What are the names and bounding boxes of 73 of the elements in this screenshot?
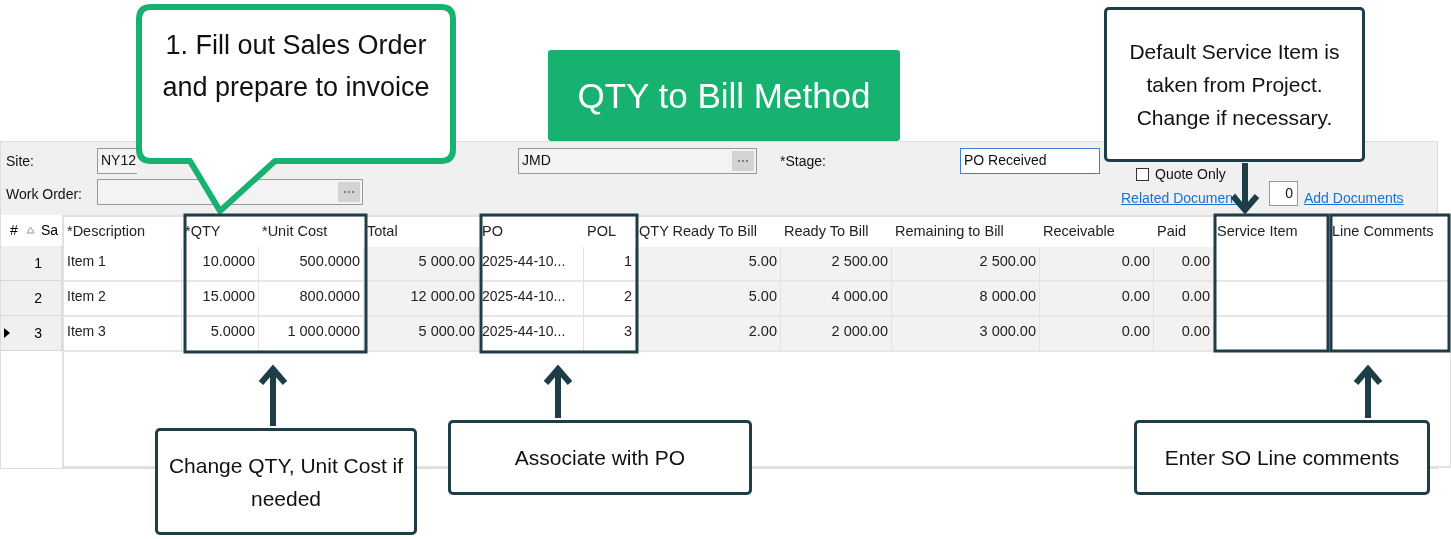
callout-text: Change QTY, Unit Cost if needed: [155, 428, 417, 535]
up-arrow: [543, 364, 573, 418]
table-cell: Item 3: [64, 317, 182, 352]
column-header[interactable]: Paid: [1154, 217, 1214, 247]
table-cell: 15.0000: [182, 282, 259, 317]
column-header[interactable]: #: [10, 222, 18, 238]
field-label: *Stage:: [780, 153, 826, 169]
table-cell: 5 000.00: [364, 247, 479, 282]
callout-text: Enter SO Line comments: [1134, 420, 1430, 495]
sort-icon: [26, 226, 35, 234]
site-field[interactable]: NY12: [97, 148, 137, 174]
table-cell: 2 000.00: [781, 317, 892, 352]
table-cell: Item 1: [64, 247, 182, 282]
table-cell: 2025-44-10...: [479, 282, 584, 317]
stage-field[interactable]: PO Received: [960, 148, 1100, 174]
table-cell: 3 000.00: [892, 317, 1040, 352]
field-label: Work Order:: [6, 186, 82, 202]
add-documents-link[interactable]: Add Documents: [1304, 190, 1404, 206]
table-cell: 2025-44-10...: [479, 317, 584, 352]
table-cell: 0.00: [1040, 282, 1154, 317]
column-header[interactable]: Sa: [41, 222, 59, 238]
table-cell: 2 500.00: [892, 247, 1040, 282]
table-cell: 0.00: [1040, 247, 1154, 282]
column-header[interactable]: PO: [479, 217, 584, 247]
table-cell: 5.0000: [182, 317, 259, 352]
table-cell: 0.00: [1154, 282, 1214, 317]
customer-field[interactable]: JMD: [518, 148, 757, 174]
table-cell: 5.00: [636, 247, 781, 282]
table-cell: 2: [584, 282, 636, 317]
table-cell: 12 000.00: [364, 282, 479, 317]
column-header[interactable]: Line Comments: [1329, 217, 1450, 247]
table-cell: 3: [584, 317, 636, 352]
table-cell: 0.00: [1154, 247, 1214, 282]
browse-button[interactable]: [338, 182, 360, 202]
table-cell: 2025-44-10...: [479, 247, 584, 282]
table-cell: 8 000.00: [892, 282, 1040, 317]
callout-text: Default Service Item is taken from Project. Change if necessary.: [1104, 7, 1365, 162]
column-header[interactable]: *QTY: [182, 217, 259, 247]
table-cell: 4 000.00: [781, 282, 892, 317]
title-banner: QTY to Bill Method: [548, 50, 900, 141]
column-header[interactable]: Total: [364, 217, 479, 247]
up-arrow: [258, 364, 288, 426]
callout-text: Associate with PO: [448, 420, 752, 495]
column-header[interactable]: Receivable: [1040, 217, 1154, 247]
column-header[interactable]: *Unit Cost: [259, 217, 364, 247]
table-cell: 0.00: [1154, 317, 1214, 352]
table-cell: 5.00: [636, 282, 781, 317]
ellipsis-icon: [343, 190, 355, 194]
table-cell: 0.00: [1040, 317, 1154, 352]
column-header[interactable]: Remaining to Bill: [892, 217, 1040, 247]
table-cell: 1: [584, 247, 636, 282]
checkbox[interactable]: [1136, 168, 1149, 181]
current-row-icon: [4, 328, 10, 338]
column-header[interactable]: Ready To Bill: [781, 217, 892, 247]
column-header[interactable]: QTY Ready To Bill: [636, 217, 781, 247]
column-header[interactable]: POL: [584, 217, 636, 247]
table-cell: 10.0000: [182, 247, 259, 282]
table-cell: 2 500.00: [781, 247, 892, 282]
table-cell: 5 000.00: [364, 317, 479, 352]
document-count-field[interactable]: 0: [1269, 181, 1298, 206]
table-cell: Item 2: [64, 282, 182, 317]
ellipsis-icon: [737, 159, 749, 163]
callout-text: 1. Fill out Sales Order and prepare to invoice: [161, 29, 431, 104]
row-number: 3: [33, 325, 42, 341]
column-header[interactable]: *Description: [64, 217, 182, 247]
row-number: 2: [33, 290, 42, 306]
row-number: 1: [33, 255, 42, 271]
up-arrow: [1353, 364, 1383, 418]
checkbox-label: Quote Only: [1155, 166, 1226, 182]
field-label: Site:: [6, 153, 34, 169]
browse-button[interactable]: [732, 151, 754, 171]
column-header[interactable]: Service Item: [1214, 217, 1329, 247]
table-cell: 2.00: [636, 317, 781, 352]
